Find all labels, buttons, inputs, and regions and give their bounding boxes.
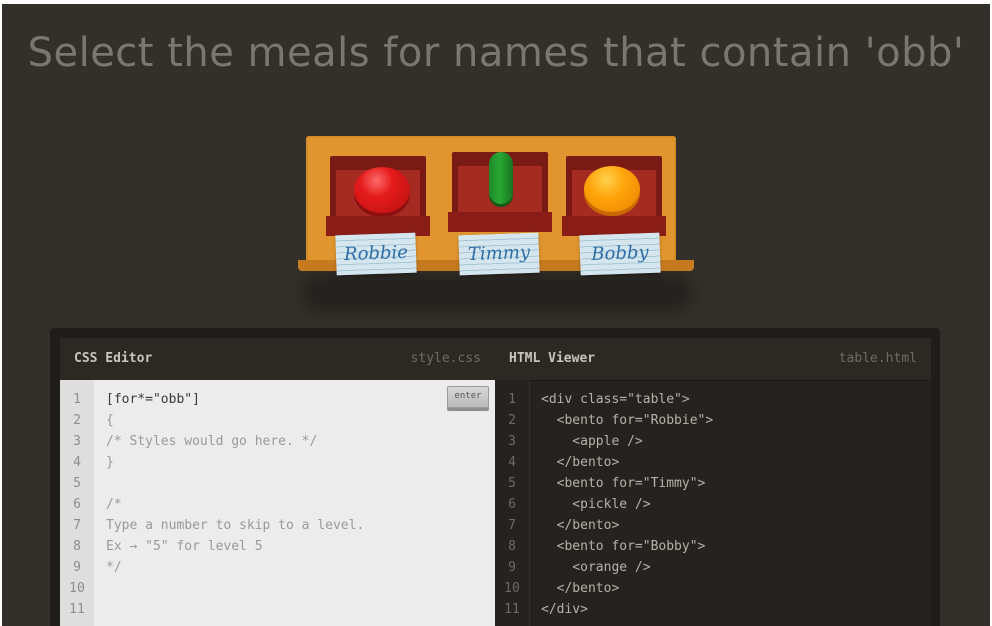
line-number: 5 (508, 476, 516, 491)
apple[interactable] (354, 167, 410, 213)
line-number: 11 (504, 602, 520, 617)
css-code-line (106, 599, 489, 620)
css-selector-input[interactable]: [for*="obb"] (106, 389, 489, 410)
line-number: 8 (73, 539, 81, 554)
html-code-line[interactable]: <bento for="Robbie"> (541, 410, 925, 431)
table: Robbie Timmy Bobby (292, 134, 702, 314)
orange[interactable] (584, 166, 640, 212)
line-number: 5 (73, 476, 81, 491)
html-code-line[interactable]: </div> (541, 599, 925, 620)
css-code-line: } (106, 455, 114, 470)
html-filename: table.html (838, 351, 917, 366)
css-code-line: Type a number to skip to a level. (106, 518, 365, 533)
html-code-line[interactable]: <orange /> (541, 557, 925, 578)
line-number: 10 (69, 581, 85, 596)
html-code-line[interactable]: </bento> (541, 515, 925, 536)
css-code-line: { (106, 413, 114, 428)
nametag-timmy: Timmy (458, 232, 540, 276)
nametag-robbie: Robbie (335, 232, 417, 276)
html-code-line[interactable]: <div class="table"> (541, 389, 925, 410)
html-code-line[interactable]: <bento for="Bobby"> (541, 536, 925, 557)
css-code-line (106, 473, 489, 494)
html-code-line[interactable]: <pickle /> (541, 494, 925, 515)
html-viewer-title: HTML Viewer (509, 351, 596, 366)
line-number: 11 (69, 602, 85, 617)
line-number: 2 (73, 413, 81, 428)
editor-panel: CSS Editor style.css 1 2 3 4 5 6 7 8 9 1… (50, 328, 940, 626)
bento-bobby[interactable] (562, 156, 666, 238)
html-code-area: 1 2 3 4 5 6 7 8 9 10 11 <div class="tabl… (495, 380, 931, 626)
line-number: 4 (508, 455, 516, 470)
css-code-line: /* Styles would go here. */ (106, 434, 318, 449)
html-viewer-pane: HTML Viewer table.html 1 2 3 4 5 6 7 8 9… (495, 338, 931, 626)
css-code-line: Ex → "5" for level 5 (106, 539, 263, 554)
line-number: 1 (73, 392, 81, 407)
bento-timmy[interactable] (448, 152, 552, 234)
line-number: 10 (504, 581, 520, 596)
line-number: 3 (73, 434, 81, 449)
line-number: 9 (73, 560, 81, 575)
line-number: 4 (73, 455, 81, 470)
html-viewer-header: HTML Viewer table.html (495, 338, 931, 381)
css-filename: style.css (410, 351, 481, 366)
line-number: 8 (508, 539, 516, 554)
css-line-numbers: 1 2 3 4 5 6 7 8 9 10 11 (60, 380, 94, 626)
css-editor-header: CSS Editor style.css (60, 338, 495, 381)
css-code-line (106, 578, 489, 599)
level-instruction: Select the meals for names that contain … (27, 30, 965, 76)
html-code-line[interactable]: <bento for="Timmy"> (541, 473, 925, 494)
line-number: 1 (508, 392, 516, 407)
line-number: 9 (508, 560, 516, 575)
css-code-line: */ (106, 560, 122, 575)
line-number: 6 (508, 497, 516, 512)
html-code-line[interactable]: </bento> (541, 578, 925, 599)
css-editor-pane: CSS Editor style.css 1 2 3 4 5 6 7 8 9 1… (60, 338, 495, 626)
css-editor-title: CSS Editor (74, 351, 153, 366)
table-shadow (302, 274, 692, 312)
css-code-area[interactable]: 1 2 3 4 5 6 7 8 9 10 11 [for*="obb"] { /… (60, 380, 495, 626)
html-code-line[interactable]: <apple /> (541, 431, 925, 452)
line-number: 7 (73, 518, 81, 533)
line-number: 6 (73, 497, 81, 512)
css-code-line: /* (106, 497, 122, 512)
pickle[interactable] (489, 152, 513, 204)
nametag-bobby: Bobby (579, 232, 661, 276)
html-line-numbers: 1 2 3 4 5 6 7 8 9 10 11 (495, 380, 530, 626)
line-number: 7 (508, 518, 516, 533)
html-code-lines: <div class="table"> <bento for="Robbie">… (541, 389, 925, 620)
html-code-line[interactable]: </bento> (541, 452, 925, 473)
bento-robbie[interactable] (326, 156, 430, 238)
line-number: 3 (508, 434, 516, 449)
game-area: Select the meals for names that contain … (2, 4, 990, 626)
css-code-lines: [for*="obb"] { /* Styles would go here. … (106, 389, 489, 620)
line-number: 2 (508, 413, 516, 428)
enter-button[interactable]: enter (447, 386, 489, 408)
